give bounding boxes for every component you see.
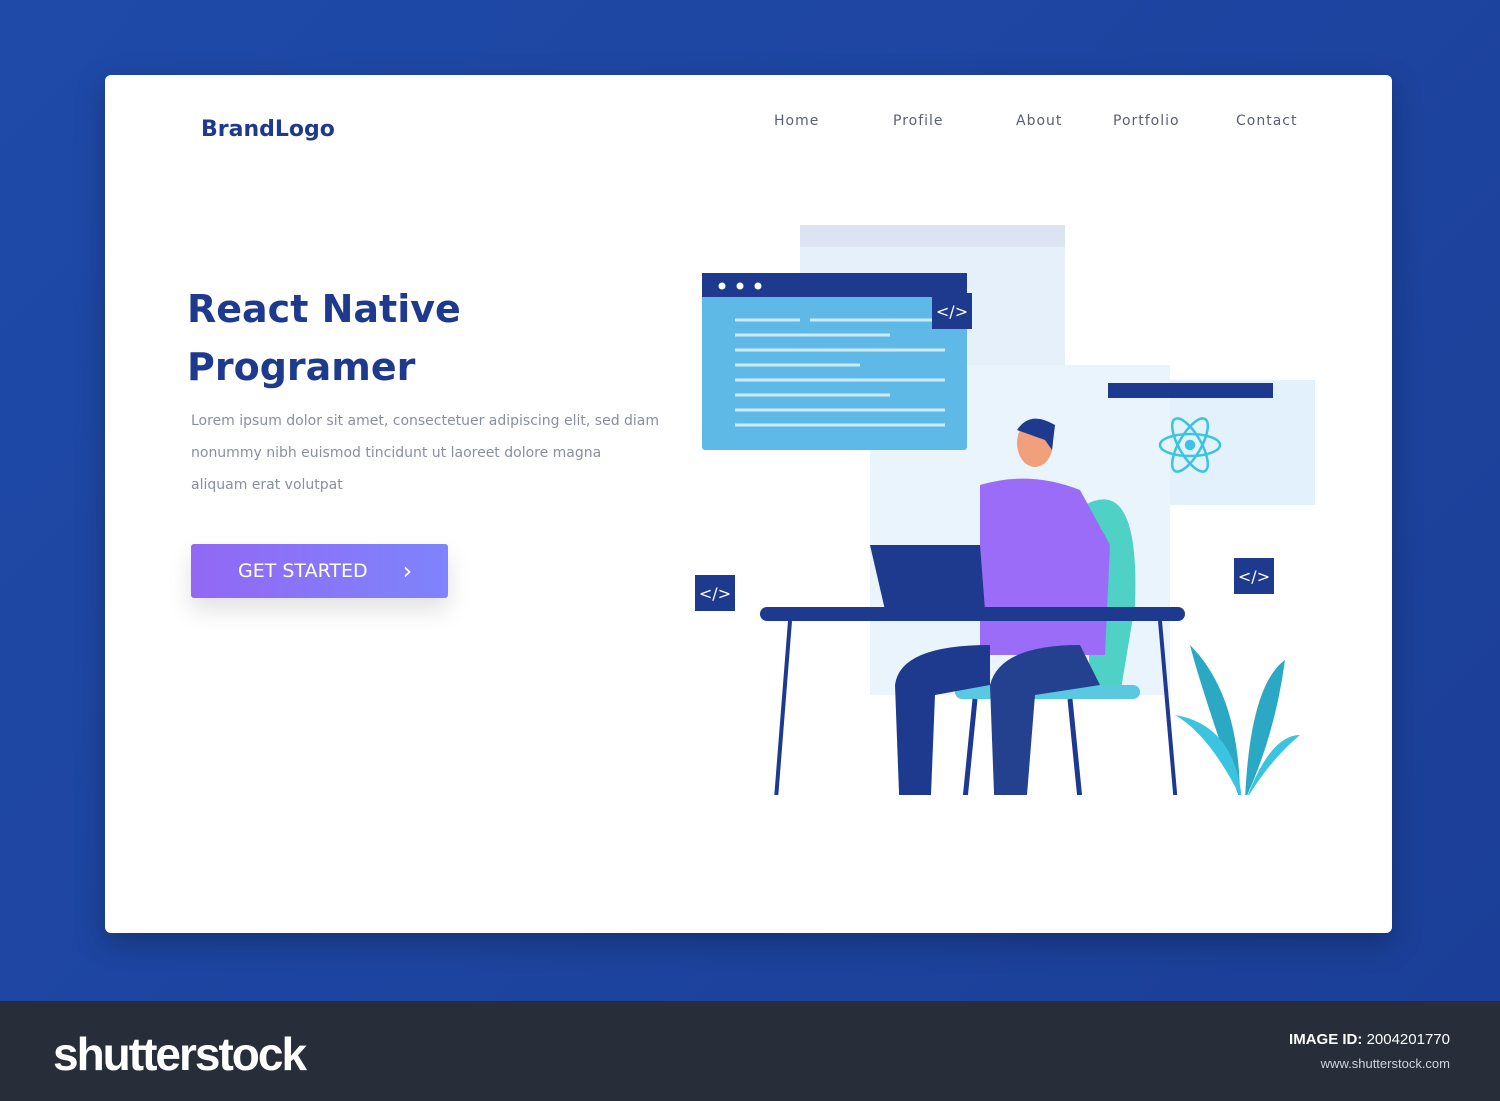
get-started-label: GET STARTED [238,560,368,582]
brand-logo[interactable]: BrandLogo [201,117,335,142]
hero-title-line2: Programer [187,345,416,389]
shutterstock-logo[interactable]: shutterstock [53,1027,307,1081]
nav-contact[interactable]: Contact [1236,113,1297,129]
footer-url[interactable]: www.shutterstock.com [1321,1056,1450,1071]
image-id-value: 2004201770 [1366,1031,1450,1048]
get-started-button[interactable]: GET STARTED › [191,544,448,598]
code-tag-icon: </> [695,575,735,611]
desk [760,607,1185,621]
code-window [702,273,967,450]
nav-profile[interactable]: Profile [893,113,944,129]
svg-text:</>: </> [1238,567,1270,586]
footer: shutterstock IMAGE ID: 2004201770 www.sh… [0,1001,1500,1101]
image-id-label: IMAGE ID: [1289,1031,1363,1048]
person-legs [895,645,990,795]
nav-home[interactable]: Home [774,113,819,129]
chevron-right-icon: › [402,557,413,585]
developer-illustration: </> </> </> [695,225,1315,795]
landing-page-card: BrandLogo Home Profile About Portfolio C… [105,75,1392,933]
image-id: IMAGE ID: 2004201770 [1289,1031,1450,1048]
nav-portfolio[interactable]: Portfolio [1113,113,1180,129]
hero-title-line1: React Native [187,287,461,331]
hero-description: Lorem ipsum dolor sit amet, consectetuer… [191,413,660,493]
svg-text:</>: </> [936,302,968,321]
code-tag-icon: </> [932,293,972,329]
code-tag-icon: </> [1234,558,1274,594]
nav-about[interactable]: About [1016,113,1062,129]
plant-leaves [1175,645,1300,795]
laptop [870,545,985,610]
react-window-bar [1108,383,1273,398]
hero-title: React Native Programer [187,280,461,396]
back-window-bar [800,225,1065,247]
svg-text:</>: </> [699,584,731,603]
